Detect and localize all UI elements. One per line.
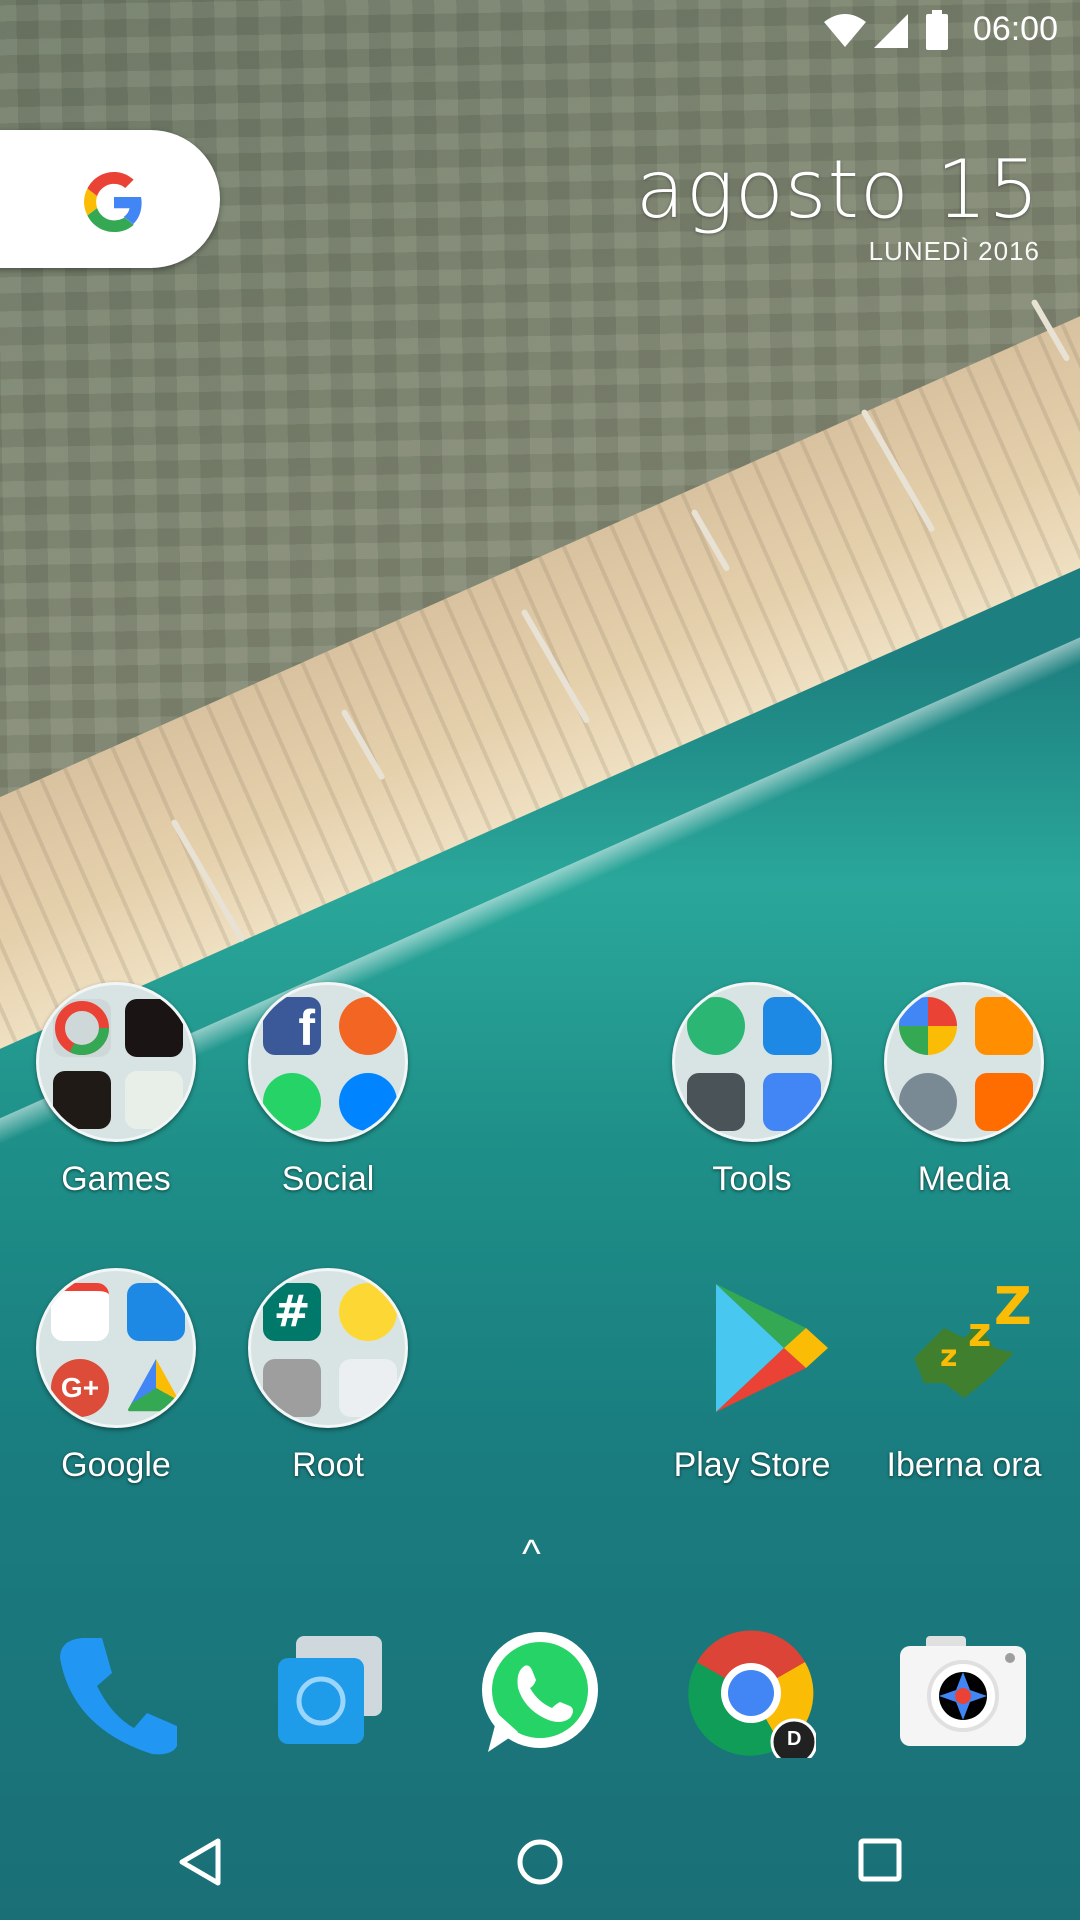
- google-plus-icon: G+: [51, 1359, 109, 1417]
- chrome-dev-badge: D: [787, 1728, 802, 1750]
- svg-text:z: z: [940, 1339, 957, 1374]
- slideshow-icon: [975, 1073, 1033, 1131]
- app-drawer-caret[interactable]: ^: [522, 1532, 541, 1577]
- back-icon[interactable]: [178, 1838, 222, 1891]
- media-folder-icon: [884, 982, 1044, 1142]
- facebook-icon: f: [263, 997, 321, 1056]
- inbox-icon: [127, 1283, 185, 1341]
- google-g-icon: [84, 172, 142, 232]
- cell-signal-icon: [874, 14, 908, 53]
- svg-text:Z: Z: [994, 1277, 1032, 1337]
- terminal-icon: #: [263, 1283, 321, 1341]
- navigation-bar: [0, 1800, 1080, 1920]
- play-store-icon: [672, 1268, 832, 1428]
- folder-google[interactable]: G+ Google: [10, 1268, 222, 1485]
- messenger-icon: [339, 1073, 397, 1131]
- tools-folder-icon: [672, 982, 832, 1142]
- app-label: Play Store: [673, 1446, 831, 1484]
- root-folder-icon: #: [248, 1268, 408, 1428]
- gmail-icon: [51, 1283, 109, 1341]
- whatsapp-icon[interactable]: [474, 1628, 604, 1758]
- weekday-year-text: LUNEDÌ 2016: [868, 236, 1040, 266]
- app-label: Media: [917, 1160, 1011, 1198]
- messages-icon[interactable]: [262, 1628, 392, 1758]
- rss-icon: [339, 997, 397, 1055]
- status-time: 06:00: [972, 10, 1058, 48]
- root-tools-icon: [263, 1359, 321, 1417]
- phone-icon[interactable]: [52, 1628, 182, 1758]
- drive-icon: [127, 1359, 185, 1412]
- folder-tools[interactable]: Tools: [646, 982, 858, 1199]
- app-label: Social: [281, 1160, 375, 1198]
- wifi-icon: [824, 14, 866, 53]
- google-search-widget[interactable]: [0, 130, 220, 268]
- teamviewer-icon: [763, 997, 821, 1055]
- pushbullet-icon: [687, 997, 745, 1055]
- status-bar: 06:00: [0, 0, 1080, 60]
- date-text: agosto 15: [635, 143, 1040, 236]
- photos-icon: [899, 997, 957, 1055]
- app-label: Tools: [712, 1160, 792, 1198]
- battery-icon: [926, 10, 948, 55]
- whatsapp-small-icon: [263, 1073, 321, 1131]
- folder-media[interactable]: Media: [858, 982, 1070, 1199]
- player-icon: [899, 1073, 957, 1131]
- app-label: Games: [61, 1160, 171, 1198]
- app-iberna-ora[interactable]: z z Z Iberna ora: [858, 1268, 1070, 1485]
- app-label: Root: [292, 1446, 364, 1484]
- folder-social[interactable]: f Social: [222, 982, 434, 1199]
- google-folder-icon: G+: [36, 1268, 196, 1428]
- social-folder-icon: f: [248, 982, 408, 1142]
- root-explorer-icon: [339, 1359, 397, 1417]
- app-label: Iberna ora: [886, 1446, 1042, 1484]
- app-label: Google: [61, 1446, 171, 1484]
- svg-text:z: z: [968, 1310, 991, 1356]
- calculator-icon: [687, 1073, 745, 1131]
- chrome-icon[interactable]: D: [686, 1628, 818, 1766]
- folder-games[interactable]: Games: [10, 982, 222, 1199]
- google-translate-icon: [763, 1073, 821, 1131]
- emoji-icon: [339, 1283, 397, 1341]
- home-icon[interactable]: [516, 1838, 564, 1891]
- folder-root[interactable]: # Root: [222, 1268, 434, 1485]
- app-play-store[interactable]: Play Store: [646, 1268, 858, 1485]
- music-icon: [975, 997, 1033, 1055]
- camera-icon[interactable]: [898, 1628, 1028, 1758]
- hibernate-icon: z z Z: [884, 1268, 1044, 1428]
- games-folder-icon: [36, 982, 196, 1142]
- recents-icon[interactable]: [858, 1838, 902, 1887]
- date-widget[interactable]: agosto 15 LUNEDÌ 2016: [636, 150, 1040, 267]
